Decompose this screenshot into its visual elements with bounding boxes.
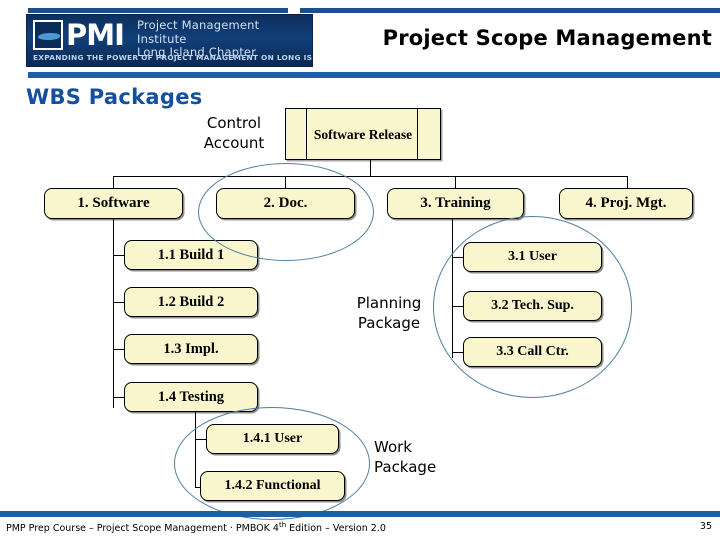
wbs-node-testing[interactable]: 1.4 Testing [124, 382, 258, 412]
island-icon [33, 20, 63, 50]
connector-l1-drop-1 [113, 176, 114, 188]
highlight-ellipse-planning-package [433, 216, 632, 398]
pmi-wordmark: PMI [66, 18, 125, 52]
footer-text-before: PMP Prep Course – Project Scope Manageme… [6, 523, 279, 535]
highlight-ellipse-work-package [174, 407, 370, 520]
highlight-ellipse-control-account [198, 163, 374, 261]
wbs-node-proj-mgt-label: 4. Proj. Mgt. [585, 195, 667, 211]
pmi-logo: PMI Project Management Institute Long Is… [26, 14, 313, 67]
page-title: Project Scope Management [382, 26, 712, 50]
wbs-node-build-1-label: 1.1 Build 1 [157, 246, 225, 263]
wbs-node-testing-label: 1.4 Testing [157, 388, 225, 405]
annotation-control-account-line1: Control [206, 114, 262, 132]
section-heading: WBS Packages [26, 85, 203, 109]
wbs-node-proj-mgt[interactable]: 4. Proj. Mgt. [559, 188, 693, 219]
footer-divider [0, 511, 720, 517]
wbs-node-root-label: Software Release [313, 126, 413, 142]
annotation-work-package: Work Package [374, 437, 484, 477]
header-accent-bar-left [28, 8, 288, 13]
wbs-node-build-2-label: 1.2 Build 2 [157, 293, 225, 310]
connector-software-stub-3 [113, 349, 124, 350]
annotation-planning-package-line2: Package [357, 314, 421, 332]
connector-level1-bus [113, 176, 628, 177]
footer-text-after: Edition – Version 2.0 [286, 523, 386, 535]
annotation-control-account-line2: Account [203, 134, 265, 152]
root-divider-left [306, 109, 307, 159]
pmi-logo-mark: PMI [33, 18, 125, 52]
page-number: 35 [699, 521, 712, 532]
footer-text: PMP Prep Course – Project Scope Manageme… [6, 521, 386, 534]
wbs-node-training[interactable]: 3. Training [387, 188, 524, 219]
wbs-node-software-label: 1. Software [77, 195, 150, 211]
pmi-logo-tagline: EXPANDING THE POWER OF PROJECT MANAGEMEN… [33, 53, 313, 62]
header-accent-bar-right [300, 8, 720, 13]
wbs-node-impl-label: 1.3 Impl. [163, 340, 219, 357]
connector-software-stub-1 [113, 255, 124, 256]
annotation-planning-package: Planning Package [334, 293, 444, 333]
connector-l1-drop-4 [627, 176, 628, 188]
connector-software-stub-2 [113, 302, 124, 303]
wbs-node-training-label: 3. Training [420, 195, 491, 211]
annotation-planning-package-line1: Planning [356, 294, 422, 312]
root-divider-right [417, 109, 418, 159]
wbs-node-build-2[interactable]: 1.2 Build 2 [124, 287, 258, 317]
pmi-logo-line1: Project Management Institute [137, 18, 260, 46]
wbs-node-software[interactable]: 1. Software [44, 188, 183, 219]
annotation-work-package-line1: Work [374, 438, 412, 456]
annotation-control-account: Control Account [186, 113, 282, 153]
connector-software-spine [113, 219, 114, 408]
connector-l1-drop-3 [455, 176, 456, 188]
connector-root-stem [370, 160, 371, 177]
header-divider [28, 72, 720, 78]
slide: PMI Project Management Institute Long Is… [0, 0, 720, 540]
wbs-node-impl[interactable]: 1.3 Impl. [124, 334, 258, 364]
connector-software-stub-4 [113, 397, 124, 398]
annotation-work-package-line2: Package [374, 458, 437, 476]
